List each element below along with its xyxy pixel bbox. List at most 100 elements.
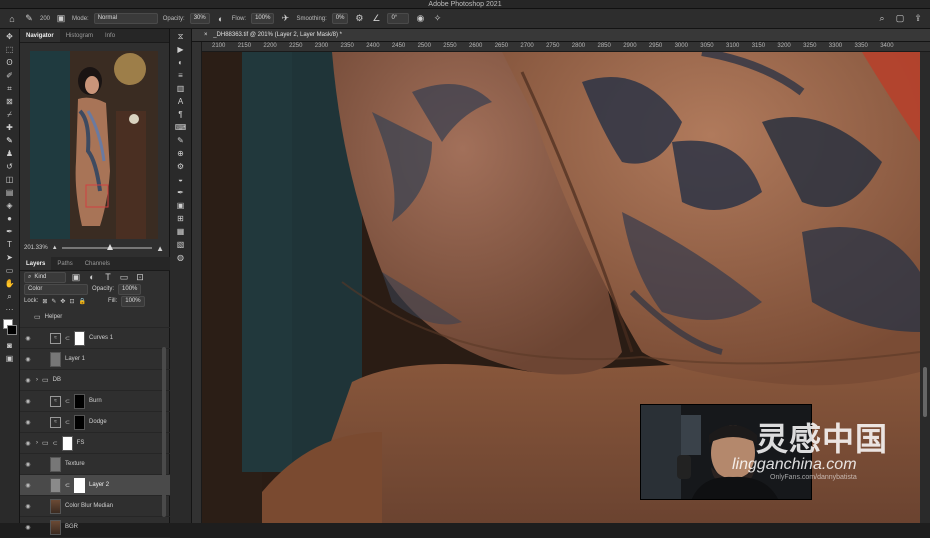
layer-comps-icon[interactable]: ▣ — [175, 201, 187, 211]
marquee-tool-icon[interactable]: ⬚ — [4, 45, 16, 55]
layer-mask-thumbnail[interactable] — [74, 393, 86, 409]
lock-position-icon[interactable]: ✥ — [60, 298, 65, 305]
layer-group-fs[interactable]: ◉ › ▭ ⊂ FS — [20, 433, 170, 454]
hand-tool-icon[interactable]: ✋ — [4, 279, 16, 289]
share-icon[interactable]: ⇪ — [912, 13, 924, 25]
home-icon[interactable]: ⌂ — [6, 13, 18, 25]
paragraph-icon[interactable]: ¶ — [175, 110, 187, 120]
path-select-tool-icon[interactable]: ➤ — [4, 253, 16, 263]
tool-presets-icon[interactable]: ⚙ — [175, 162, 187, 172]
tab-info[interactable]: Info — [99, 29, 121, 42]
blur-tool-icon[interactable]: ◈ — [4, 201, 16, 211]
glyphs-icon[interactable]: ⌨ — [175, 123, 187, 133]
layer-row-dodge[interactable]: ◉ ≈ ⊂ Dodge — [20, 412, 170, 433]
zoom-out-icon[interactable]: ▲ — [52, 245, 58, 251]
layer-row-texture[interactable]: ◉ Texture — [20, 454, 170, 475]
libraries-icon[interactable]: ▥ — [175, 84, 187, 94]
screen-mode-icon[interactable]: ▣ — [4, 354, 16, 364]
workspace-icon[interactable]: ▢ — [894, 13, 906, 25]
tab-histogram[interactable]: Histogram — [60, 29, 99, 42]
type-tool-icon[interactable]: T — [4, 240, 16, 250]
tab-layers[interactable]: Layers — [20, 257, 52, 270]
brush-size[interactable]: 200 — [40, 16, 50, 22]
eyedropper-tool-icon[interactable]: ⌿ — [4, 110, 16, 120]
filter-pixel-icon[interactable]: ▣ — [70, 271, 82, 283]
frame-tool-icon[interactable]: ⊠ — [4, 97, 16, 107]
layer-opacity-field[interactable]: 100% — [118, 283, 142, 295]
lock-artboard-icon[interactable]: ⊡ — [69, 298, 74, 305]
zoom-value[interactable]: 201.33% — [24, 245, 48, 251]
healing-tool-icon[interactable]: ✚ — [4, 123, 16, 133]
measurement-icon[interactable]: ⊞ — [175, 214, 187, 224]
zoom-in-icon[interactable]: ▲ — [156, 244, 164, 253]
clone-source-icon[interactable]: ⊕ — [175, 149, 187, 159]
tab-navigator[interactable]: Navigator — [20, 29, 60, 42]
layer-thumbnail[interactable] — [50, 351, 61, 367]
filter-adjustment-icon[interactable]: ◐ — [86, 271, 98, 283]
mode-dropdown[interactable]: Normal — [93, 13, 158, 24]
layer-thumbnail[interactable] — [50, 498, 61, 514]
pressure-opacity-icon[interactable]: ◐ — [215, 13, 227, 25]
zoom-tool-icon[interactable]: ⌕ — [4, 292, 16, 302]
fill-field[interactable]: 100% — [121, 295, 145, 307]
layer-group-db[interactable]: ◉ › ▭ DB — [20, 370, 170, 391]
properties-icon[interactable]: ≡ — [175, 71, 187, 81]
zoom-slider[interactable] — [61, 244, 153, 250]
vertical-ruler[interactable] — [192, 42, 202, 523]
stamp-tool-icon[interactable]: ♟ — [4, 149, 16, 159]
airbrush-icon[interactable]: ✈ — [279, 13, 291, 25]
opacity-field[interactable]: 30% — [189, 13, 210, 24]
timeline-icon[interactable]: ▦ — [175, 227, 187, 237]
visibility-eye-icon[interactable]: ◉ — [24, 503, 32, 510]
document-tab[interactable]: × _DH88363.tif @ 201% (Layer 2, Layer Ma… — [192, 29, 930, 42]
eraser-tool-icon[interactable]: ◫ — [4, 175, 16, 185]
shape-tool-icon[interactable]: ▭ — [4, 266, 16, 276]
blend-mode-dropdown[interactable]: Color — [24, 283, 88, 295]
navigator-thumbnail[interactable] — [30, 51, 158, 239]
channels-icon[interactable]: ◒ — [175, 175, 187, 185]
smoothing-field[interactable]: 0% — [331, 13, 349, 24]
brush-tool-icon[interactable]: ✎ — [4, 136, 16, 146]
tab-paths[interactable]: Paths — [51, 257, 78, 270]
color-swatches[interactable] — [2, 319, 17, 337]
layer-mask-thumbnail[interactable] — [74, 330, 86, 346]
layer-row-layer-1[interactable]: ◉ Layer 1 — [20, 349, 170, 370]
visibility-eye-icon[interactable]: ◉ — [24, 461, 32, 468]
pen-tool-icon[interactable]: ✒ — [4, 227, 16, 237]
pressure-size-icon[interactable]: ◉ — [414, 13, 426, 25]
layer-row-bgr[interactable]: ◉ BGR — [20, 517, 170, 538]
kind-filter-dropdown[interactable]: ⌕ Kind — [24, 271, 66, 283]
dodge-tool-icon[interactable]: ● — [4, 214, 16, 224]
visibility-eye-icon[interactable]: ◉ — [24, 482, 32, 489]
lock-transparent-icon[interactable]: ⊠ — [42, 298, 47, 305]
filter-type-icon[interactable]: T — [102, 271, 114, 283]
lasso-tool-icon[interactable]: ʘ — [4, 58, 16, 68]
visibility-eye-icon[interactable]: ◉ — [24, 440, 32, 447]
visibility-eye-icon[interactable]: ◉ — [24, 419, 32, 426]
crop-tool-icon[interactable]: ⌗ — [4, 84, 16, 94]
layer-row-layer-2[interactable]: ◉ ⊂ Layer 2 — [20, 475, 170, 496]
group-mask-thumbnail[interactable] — [61, 435, 73, 451]
symmetry-icon[interactable]: ✧ — [431, 13, 443, 25]
tab-channels[interactable]: Channels — [79, 257, 116, 270]
layer-mask-thumbnail[interactable] — [74, 477, 86, 493]
lock-all-icon[interactable]: 🔒 — [78, 298, 85, 305]
brush-tool-icon[interactable]: ✎ — [23, 13, 35, 25]
color-icon[interactable]: ◍ — [175, 253, 187, 263]
visibility-eye-icon[interactable]: ◉ — [24, 398, 32, 405]
move-tool-icon[interactable]: ✥ — [4, 32, 16, 42]
layers-scrollbar[interactable] — [162, 347, 166, 517]
actions-play-icon[interactable]: ▶ — [175, 45, 187, 55]
character-icon[interactable]: A — [175, 97, 187, 107]
filter-shape-icon[interactable]: ▭ — [118, 271, 130, 283]
paths-icon[interactable]: ✒ — [175, 188, 187, 198]
gradient-tool-icon[interactable]: ▤ — [4, 188, 16, 198]
lock-image-icon[interactable]: ✎ — [51, 298, 56, 305]
history-brush-tool-icon[interactable]: ↺ — [4, 162, 16, 172]
more-tools-icon[interactable]: ··· — [4, 305, 16, 315]
tab-close-icon[interactable]: × — [204, 32, 208, 38]
gear-icon[interactable]: ⚙ — [353, 13, 365, 25]
layer-row-burn[interactable]: ◉ ≈ ⊂ Burn — [20, 391, 170, 412]
quick-mask-icon[interactable]: ◙ — [4, 341, 16, 351]
layer-mask-thumbnail[interactable] — [74, 414, 86, 430]
